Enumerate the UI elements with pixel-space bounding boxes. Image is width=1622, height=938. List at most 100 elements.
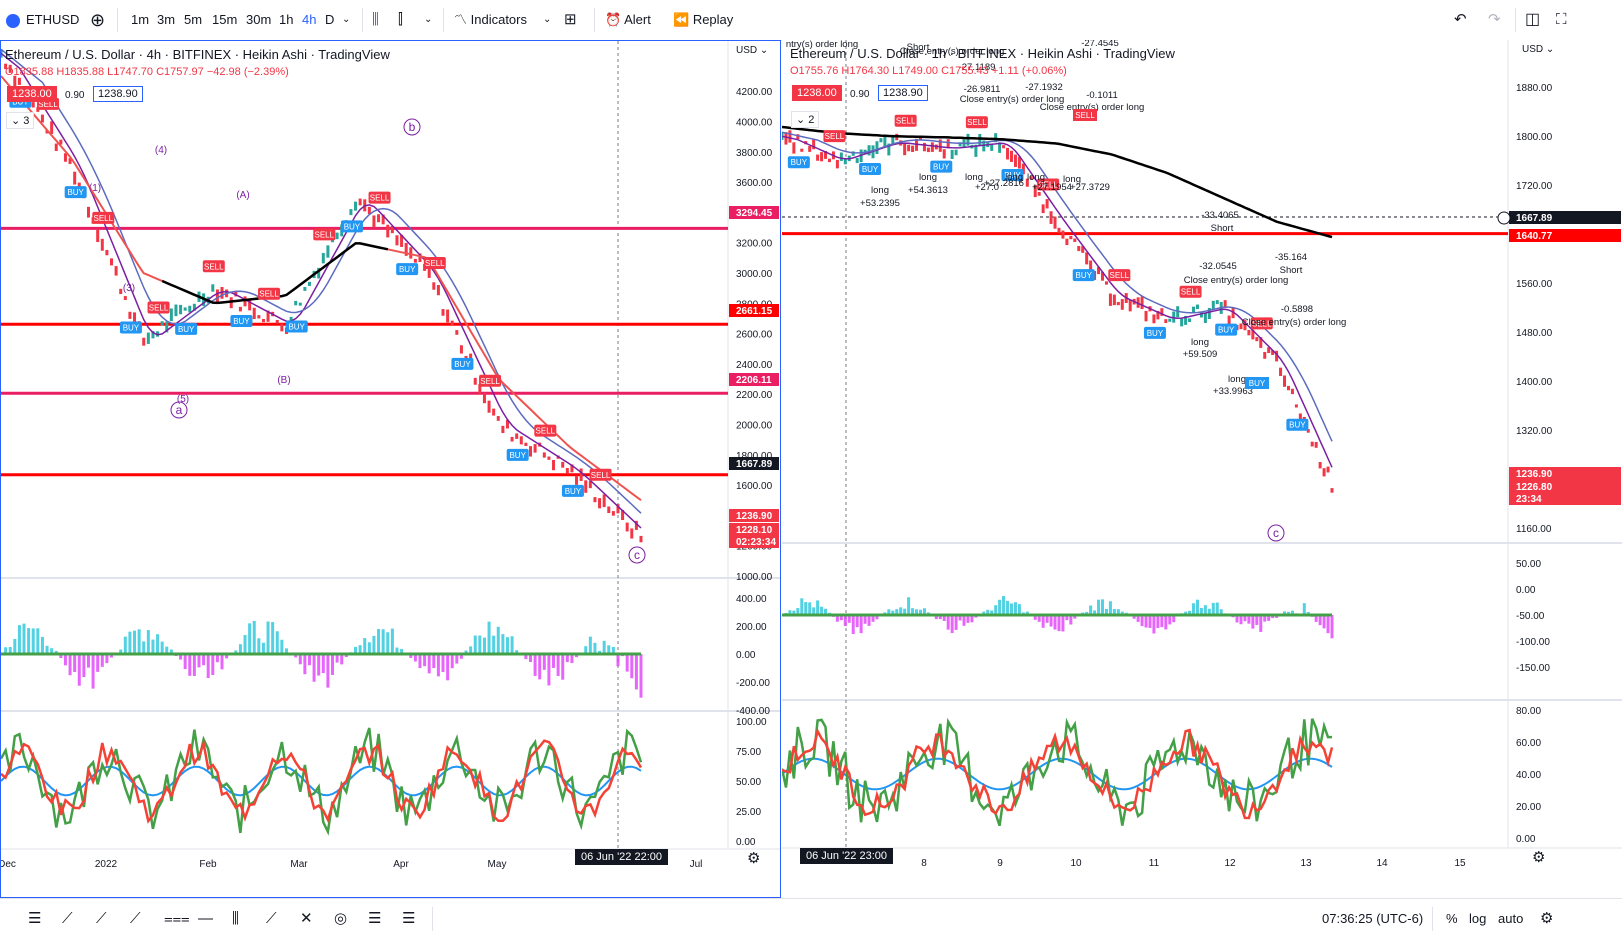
sell-price-button[interactable]: 1238.00 <box>792 85 842 101</box>
buy-signal-badge: BUY <box>788 156 810 168</box>
clock-label[interactable]: 07:36:25 (UTC-6) <box>1322 899 1423 938</box>
horizontal-line-icon[interactable]: — <box>198 899 213 938</box>
price-axis-label: 1667.89 <box>736 459 773 470</box>
indicators-button[interactable]: 〽 Indicators <box>454 0 527 40</box>
candle <box>580 468 583 480</box>
candle <box>239 307 242 312</box>
chevron-down-icon[interactable]: ⌄ <box>342 0 350 40</box>
macd-histogram-bar <box>1042 615 1045 628</box>
macd-histogram-bar <box>451 654 454 668</box>
wave-label: a <box>176 403 183 417</box>
chart-canvas-1h[interactable]: 1880.001800.001720.001640.001560.001480.… <box>782 40 1622 898</box>
macd-histogram-bar <box>18 625 21 654</box>
settings-icon[interactable]: ⚙ <box>1540 899 1553 938</box>
candle <box>607 506 610 513</box>
candle <box>820 152 823 161</box>
buy-price-button[interactable]: 1238.90 <box>878 85 928 101</box>
candle <box>1006 148 1009 160</box>
candle <box>1152 314 1155 323</box>
alert-button[interactable]: ⏰ Alert <box>605 0 651 40</box>
interval-5m[interactable]: 5m <box>184 0 202 40</box>
macd-histogram-bar <box>626 654 629 672</box>
candle <box>501 426 504 433</box>
collapse-indicators-button[interactable]: ⌄ 2 <box>791 111 819 128</box>
buy-price-button[interactable]: 1238.90 <box>93 86 143 102</box>
candle <box>386 225 389 238</box>
macd-histogram-bar <box>538 654 541 679</box>
chevron-down-icon[interactable]: ⌄ <box>424 0 432 40</box>
time-tick-label: 11 <box>1149 858 1160 869</box>
pattern-icon[interactable]: ⟋ <box>96 899 107 938</box>
buy-signal-badge: BUY <box>1286 419 1308 431</box>
log-scale-button[interactable]: log <box>1469 899 1486 938</box>
add-symbol-icon[interactable]: ⊕ <box>90 0 105 40</box>
currency-selector[interactable]: USD ⌄ <box>736 45 768 56</box>
macd-histogram-bar <box>1327 615 1330 633</box>
candle <box>188 306 191 313</box>
macd-histogram-bar <box>428 654 431 673</box>
candle <box>955 150 958 156</box>
wave-label: (1) <box>89 183 101 194</box>
candle <box>1113 295 1116 306</box>
interval-30m[interactable]: 30m <box>246 0 271 40</box>
chevron-down-icon[interactable]: ⌄ <box>543 0 551 40</box>
oscillator-tick-label: 50.00 <box>736 777 761 788</box>
chart-canvas-4h[interactable]: 4200.004000.003800.003600.003400.003200.… <box>1 41 780 897</box>
interval-1m[interactable]: 1m <box>131 0 149 40</box>
interval-3m[interactable]: 3m <box>157 0 175 40</box>
interval-15m[interactable]: 15m <box>212 0 237 40</box>
chart-settings-icon[interactable]: ⚙ <box>747 849 760 867</box>
candle <box>55 144 58 151</box>
chart-pane-1h[interactable]: 1880.001800.001720.001640.001560.001480.… <box>782 40 1622 898</box>
symbol-search[interactable]: ETHUSD <box>6 0 79 40</box>
templates-icon[interactable]: ⊞ <box>564 0 577 40</box>
candle-style-icon[interactable]: ⫿ <box>398 0 403 40</box>
xabcd-icon[interactable]: ✕ <box>300 899 313 938</box>
spread-label: 0.90 <box>850 89 869 100</box>
ray-icon[interactable]: ⟋ <box>266 899 277 938</box>
candle <box>1196 305 1199 310</box>
layout-icon[interactable]: ◫ <box>1525 0 1540 40</box>
replay-button[interactable]: ⏪ Replay <box>673 0 733 40</box>
candle <box>442 309 445 316</box>
spiral-icon[interactable]: ◎ <box>334 899 347 938</box>
percent-scale-button[interactable]: % <box>1446 899 1458 938</box>
candle <box>119 289 122 294</box>
price-tick-label: 2000.00 <box>736 420 773 431</box>
auto-scale-button[interactable]: auto <box>1498 899 1523 938</box>
collapse-indicators-button[interactable]: ⌄ 3 <box>6 112 34 129</box>
time-tick-label: Apr <box>393 859 409 870</box>
bar-style-icon[interactable]: ⫼ <box>372 0 379 40</box>
settings-list-icon[interactable]: ☰ <box>402 899 415 938</box>
bars-icon[interactable]: ☰ <box>28 899 41 938</box>
buy-signal-badge: BUY <box>341 220 363 232</box>
candle <box>322 253 325 263</box>
chart-settings-icon[interactable]: ⚙ <box>1532 848 1545 866</box>
currency-selector[interactable]: USD ⌄ <box>1522 44 1554 55</box>
lines-icon[interactable]: ☰ <box>368 899 381 938</box>
interval-D[interactable]: D <box>325 0 334 40</box>
price-axis-label: 1236.90 <box>1516 469 1553 480</box>
undo-icon[interactable]: ↶ <box>1454 0 1467 40</box>
fullscreen-icon[interactable]: ⛶ <box>1556 0 1567 40</box>
chart-pane-4h[interactable]: 4200.004000.003800.003600.003400.003200.… <box>0 40 781 898</box>
buy-signal-badge: BUY <box>1073 269 1095 281</box>
interval-4h[interactable]: 4h <box>302 0 316 40</box>
divider <box>1515 8 1516 32</box>
candle <box>529 446 532 456</box>
currency-label: USD <box>1522 44 1543 55</box>
trendline-icon[interactable]: ⟋ <box>130 899 141 938</box>
line-tool-icon[interactable]: ⟋ <box>62 899 73 938</box>
candle <box>543 452 546 457</box>
candle <box>1050 211 1053 224</box>
redo-icon[interactable]: ↷ <box>1488 0 1501 40</box>
macd-histogram-bar <box>1002 596 1005 615</box>
fib-icon[interactable]: ⩶ <box>164 899 190 938</box>
divider <box>432 907 433 931</box>
macd-histogram-bar <box>124 637 127 654</box>
interval-1h[interactable]: 1h <box>279 0 293 40</box>
sliders-icon[interactable]: ⫼ <box>232 899 239 938</box>
sell-price-button[interactable]: 1238.00 <box>7 86 57 102</box>
price-axis-label: 2661.15 <box>736 306 773 317</box>
candle <box>1121 299 1124 310</box>
